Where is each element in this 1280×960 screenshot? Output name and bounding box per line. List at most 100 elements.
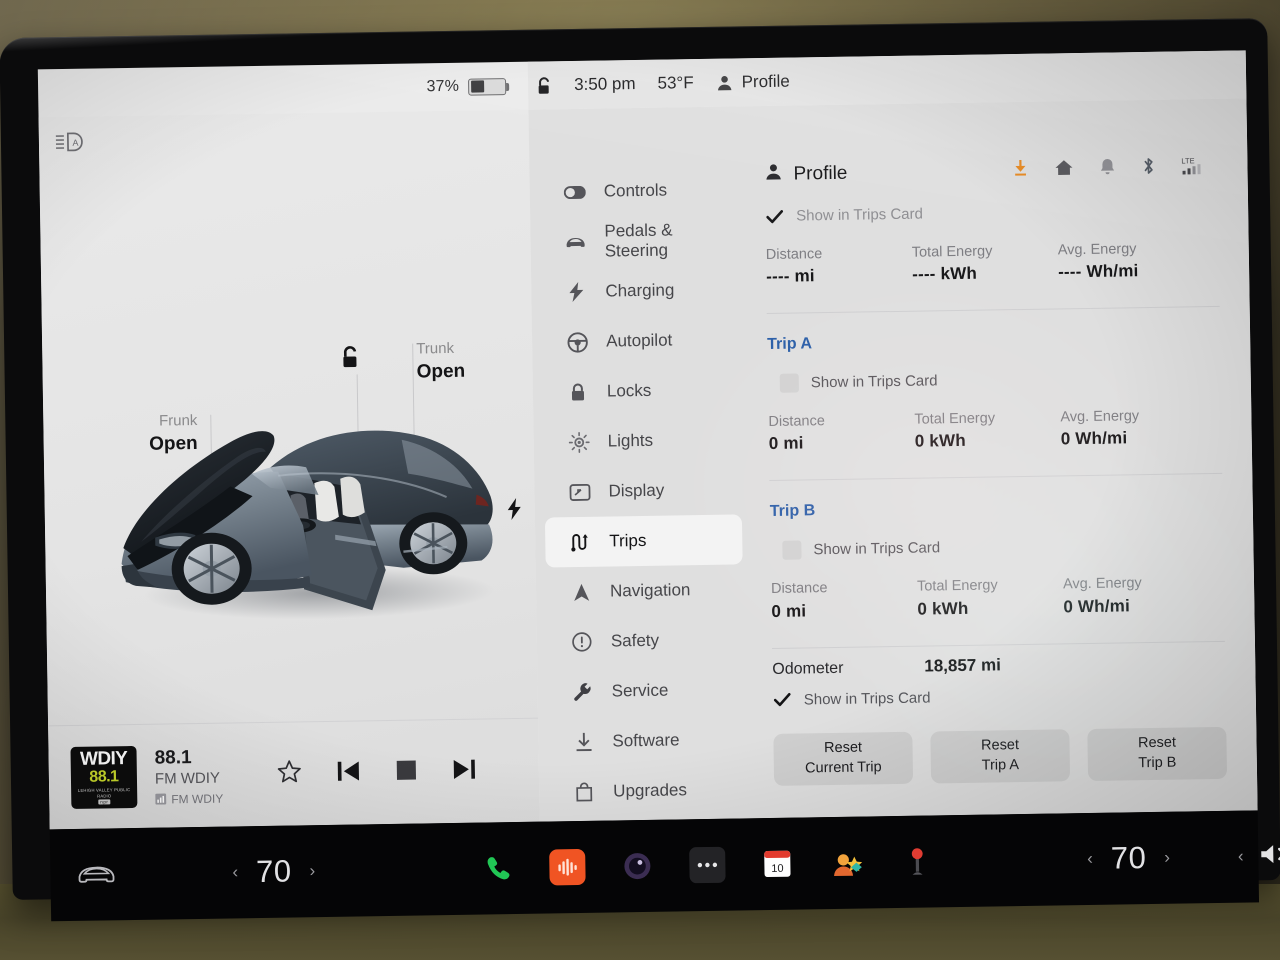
driver-temperature-control[interactable]: ‹ 70 ›	[232, 853, 315, 890]
sidebar-item-software[interactable]: Software	[548, 714, 746, 767]
total-energy-unit: kWh	[940, 263, 978, 284]
current-trip-avg-energy: Avg. Energy ---- Wh/mi	[1058, 237, 1199, 282]
trip-b-checkbox[interactable]	[782, 540, 802, 561]
calendar-icon[interactable]: 10	[759, 846, 796, 883]
sidebar-item-navigation[interactable]: Navigation	[546, 564, 744, 617]
home-icon[interactable]	[1054, 159, 1073, 181]
odometer-number: 18,857	[924, 655, 977, 676]
download-icon	[572, 732, 594, 752]
station-artwork[interactable]: WDIY 88.1 LEHIGH VALLEY PUBLIC RADIO npr	[70, 745, 138, 809]
current-trip-show-row[interactable]: Show in Trips Card	[765, 200, 1218, 226]
mute-icon[interactable]	[1259, 841, 1280, 871]
sidebar-item-safety[interactable]: Safety	[546, 614, 744, 667]
outside-temperature-label[interactable]: 53°F	[657, 73, 693, 94]
media-controls	[277, 755, 517, 789]
arcade-icon[interactable]	[899, 843, 936, 880]
download-icon[interactable]	[1012, 159, 1028, 182]
distance-unit: mi	[783, 433, 804, 454]
trip-a-total-energy-value: 0 kWh	[915, 430, 1061, 452]
car-front-icon	[564, 235, 586, 249]
contacts-icon[interactable]	[829, 845, 866, 882]
temp-increase-passenger[interactable]: ›	[1164, 848, 1170, 868]
bluetooth-icon[interactable]	[1141, 156, 1155, 181]
trip-a-title: Trip A	[767, 335, 813, 354]
divider-1	[766, 306, 1220, 315]
trip-a-total-energy: Total Energy 0 kWh	[914, 407, 1061, 452]
sidebar-item-charging[interactable]: Charging	[541, 264, 739, 317]
lte-signal-icon[interactable]: LTE	[1181, 155, 1209, 180]
sidebar-item-upgrades[interactable]: Upgrades	[549, 764, 747, 817]
volume-decrease[interactable]: ‹	[1238, 847, 1244, 867]
media-icon[interactable]	[548, 848, 586, 886]
sidebar-item-service[interactable]: Service	[547, 664, 745, 717]
sidebar-label-upgrades: Upgrades	[613, 780, 688, 801]
sidebar-item-pedals-steering[interactable]: Pedals & Steering	[540, 214, 738, 267]
sidebar-label-pedals-steering: Pedals & Steering	[604, 220, 673, 261]
trip-b-distance: Distance 0 mi	[771, 576, 918, 621]
temp-decrease-passenger[interactable]: ‹	[1087, 849, 1093, 869]
trip-b-show-row[interactable]: Show in Trips Card	[782, 534, 1223, 561]
car-icon[interactable]	[76, 861, 116, 889]
trip-a-checkbox[interactable]	[779, 373, 799, 393]
current-trip-checkbox[interactable]	[765, 207, 784, 226]
sidebar-item-autopilot[interactable]: Autopilot	[542, 314, 740, 367]
current-trip-total-energy-value: ---- kWh	[912, 263, 1058, 285]
avg-energy-unit: Wh/mi	[1075, 428, 1128, 449]
sidebar-item-lights[interactable]: Lights	[543, 414, 741, 467]
reset-trip-a-button[interactable]: Reset Trip A	[930, 728, 1071, 784]
artwork-call-letters: WDIY	[79, 748, 128, 771]
more-icon[interactable]	[688, 846, 726, 884]
lock-status-icon[interactable]	[536, 76, 552, 95]
checkmark-icon	[766, 209, 784, 223]
sidebar-item-locks[interactable]: Locks	[543, 364, 741, 417]
odometer-row: Odometer 18,857 mi	[772, 651, 1225, 678]
temp-decrease-driver[interactable]: ‹	[232, 862, 238, 882]
next-track-icon[interactable]	[452, 757, 477, 785]
reset-current-trip-button[interactable]: Reset Current Trip	[773, 731, 914, 786]
person-icon	[717, 75, 731, 90]
current-trip-distance: Distance ---- mi	[766, 242, 913, 287]
passenger-temperature-control[interactable]: ‹ 70 ›	[1087, 840, 1170, 877]
trips-detail-panel: Profile LTE Show in Trips Card Distance …	[745, 55, 1257, 818]
artwork-frequency: 88.1	[89, 768, 119, 786]
trip-a-show-row[interactable]: Show in Trips Card	[779, 367, 1221, 393]
bell-icon[interactable]	[1099, 157, 1115, 180]
camera-icon[interactable]	[619, 848, 656, 885]
status-bar-left: 37%	[38, 77, 528, 103]
vehicle-lock-icon[interactable]	[338, 344, 362, 375]
trip-b-total-energy: Total Energy 0 kWh	[917, 574, 1064, 619]
sidebar-label-controls: Controls	[603, 180, 668, 201]
frunk-status[interactable]: Frunk Open	[101, 411, 198, 458]
driver-temp-value: 70	[255, 853, 292, 890]
sidebar-item-trips[interactable]: Trips	[544, 514, 743, 568]
profile-button[interactable]: Profile	[715, 72, 790, 93]
clock-label[interactable]: 3:50 pm	[574, 74, 636, 95]
detail-title: Profile	[793, 162, 848, 185]
avg-energy-number: 0	[1060, 429, 1071, 449]
previous-track-icon[interactable]	[336, 759, 361, 787]
sidebar-label-software: Software	[612, 730, 680, 751]
shopping-bag-icon	[573, 782, 595, 802]
artwork-npr-badge: npr	[98, 799, 111, 805]
distance-label: Distance	[770, 580, 828, 598]
distance-unit: mi	[785, 600, 807, 621]
reset-trip-b-button[interactable]: Reset Trip B	[1087, 726, 1228, 781]
volume-control[interactable]: ‹ ›	[1238, 841, 1280, 871]
sidebar-label-charging: Charging	[605, 280, 675, 301]
trunk-status[interactable]: Trunk Open	[416, 338, 537, 386]
avg-energy-number: 0	[1063, 596, 1074, 616]
wrench-icon	[571, 682, 593, 702]
sidebar-item-display[interactable]: Display	[544, 464, 742, 517]
odometer-checkbox[interactable]	[773, 690, 792, 709]
phone-icon[interactable]	[479, 850, 516, 887]
odometer-show-row[interactable]: Show in Trips Card	[773, 683, 1226, 709]
trip-b-total-energy-value: 0 kWh	[917, 597, 1063, 619]
current-trip-avg-energy-value: ---- Wh/mi	[1058, 260, 1198, 282]
artwork-tagline: LEHIGH VALLEY PUBLIC RADIO	[77, 787, 131, 799]
sidebar-label-service: Service	[611, 680, 669, 701]
sidebar-item-controls[interactable]: Controls	[539, 164, 737, 217]
detail-status-icons: LTE	[1012, 155, 1217, 183]
star-icon[interactable]	[277, 759, 302, 789]
stop-icon[interactable]	[395, 758, 418, 786]
temp-increase-driver[interactable]: ›	[309, 861, 315, 881]
